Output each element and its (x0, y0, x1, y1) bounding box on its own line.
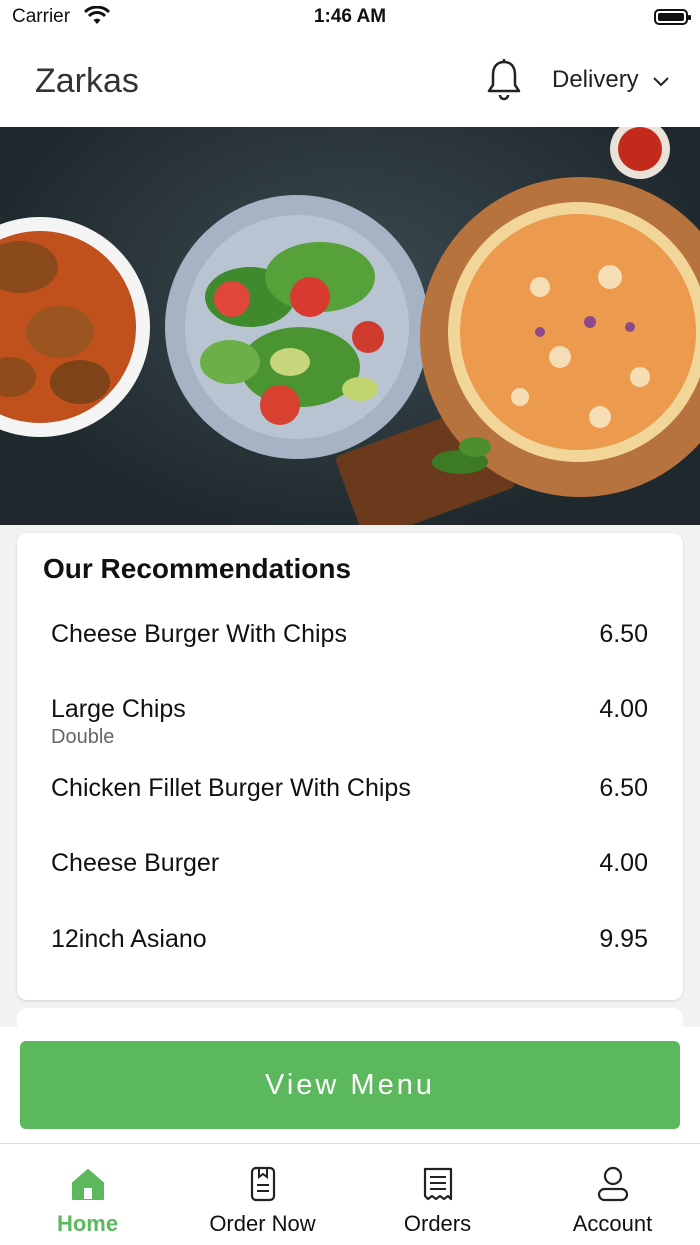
menu-item-name: Cheese Burger (51, 849, 220, 877)
account-icon (597, 1166, 628, 1202)
app-header: Zarkas Delivery (0, 34, 700, 127)
view-menu-button[interactable]: View Menu (20, 1041, 680, 1129)
tab-order-now[interactable]: Order Now (175, 1144, 350, 1244)
hero-food-image (0, 127, 700, 525)
home-icon (71, 1169, 104, 1200)
status-bar: Carrier 1:46 AM (0, 0, 700, 34)
menu-item-name: Chicken Fillet Burger With Chips (51, 774, 411, 802)
restaurant-title: Zarkas (35, 62, 139, 100)
menu-item[interactable]: Cheese Burger With Chips 6.50 (51, 620, 648, 649)
menu-item-name: 12inch Asiano (51, 925, 207, 953)
menu-item-price: 6.50 (599, 774, 648, 802)
tab-account[interactable]: Account (525, 1144, 700, 1244)
order-icon (250, 1166, 275, 1202)
bell-icon[interactable] (485, 58, 523, 102)
recommendations-title: Our Recommendations (43, 553, 352, 584)
menu-item-name: Cheese Burger With Chips (51, 620, 347, 648)
tab-label: Home (56, 1211, 119, 1236)
food-illustration (0, 127, 700, 525)
menu-item-price: 6.50 (599, 620, 648, 648)
menu-item-name: Large Chips (51, 695, 186, 723)
tab-bar: Home Order Now Orders Account (0, 1143, 700, 1245)
menu-item-option: Double (51, 726, 115, 748)
tab-label: Order Now (209, 1211, 316, 1236)
menu-item-price: 9.95 (599, 925, 648, 953)
receipt-icon (423, 1167, 452, 1201)
menu-item[interactable]: Chicken Fillet Burger With Chips 6.50 (51, 774, 648, 803)
tab-label: Account (572, 1211, 653, 1236)
menu-item[interactable]: Cheese Burger 4.00 (51, 849, 648, 878)
recommendations-card: Our Recommendations Cheese Burger With C… (17, 533, 683, 1000)
chevron-down-icon[interactable] (652, 76, 670, 88)
battery-icon (654, 9, 691, 25)
order-mode-selector[interactable]: Delivery (552, 66, 639, 94)
tab-orders[interactable]: Orders (350, 1144, 525, 1244)
tab-home[interactable]: Home (0, 1144, 175, 1244)
menu-item[interactable]: 12inch Asiano 9.95 (51, 925, 648, 954)
menu-item-price: 4.00 (599, 695, 648, 723)
tab-label: Orders (403, 1211, 472, 1236)
clock: 1:46 AM (313, 6, 387, 27)
menu-item-price: 4.00 (599, 849, 648, 877)
menu-item[interactable]: Large Chips Double 4.00 (51, 695, 648, 749)
